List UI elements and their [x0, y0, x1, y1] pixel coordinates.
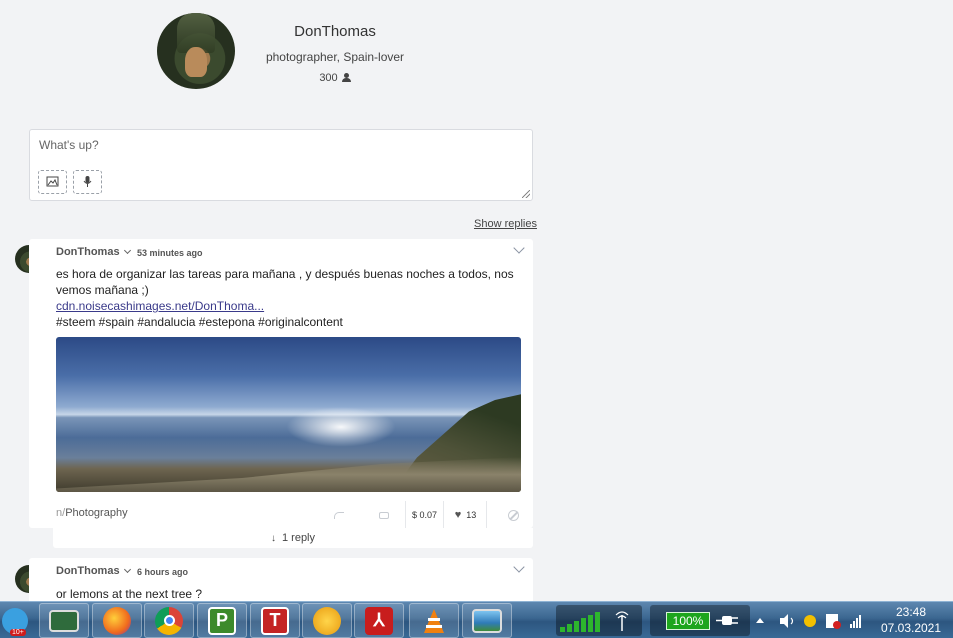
repost-button[interactable] [364, 501, 404, 529]
post-text-line: vemos mañana ;) [56, 283, 149, 297]
post-time[interactable]: 6 hours ago [137, 567, 188, 577]
record-audio-button[interactable] [73, 170, 102, 194]
battery-level[interactable]: 100% [666, 612, 710, 630]
mail-icon [313, 606, 341, 635]
taskbar: 10+ P T ⅄ [0, 601, 953, 638]
category-prefix: n/ [56, 507, 66, 519]
notification-badge: 10+ [10, 629, 26, 636]
monitor-icon [49, 609, 79, 632]
post-card: DonThomas 53 minutes ago es hora de orga… [29, 239, 533, 529]
photos-icon [472, 608, 502, 633]
taskbar-app-weather[interactable]: 10+ [0, 603, 30, 638]
composer-input[interactable]: What's up? [39, 138, 99, 152]
p-app-icon: P [208, 606, 236, 635]
post-photo[interactable] [56, 337, 521, 492]
followers-count[interactable]: 300 [300, 72, 370, 84]
image-icon [46, 176, 59, 187]
network-people-icon [804, 615, 816, 627]
post-card: DonThomas 6 hours ago or lemons at the n… [29, 558, 533, 601]
chrome-icon [155, 606, 183, 635]
taskbar-app-firefox[interactable] [92, 603, 142, 638]
category-name: Photography [65, 507, 128, 519]
show-hidden-icons [756, 618, 764, 623]
network-tray[interactable] [556, 605, 642, 636]
photo-sun-glare [286, 407, 396, 447]
taskbar-app-photos[interactable] [462, 603, 512, 638]
post-link[interactable]: cdn.noisecashimages.net/DonThoma... [56, 299, 264, 313]
pdf-icon: ⅄ [365, 606, 393, 635]
post-text-line: or lemons at the next tree ? [56, 587, 203, 601]
block-button[interactable] [503, 501, 523, 529]
vlc-icon [424, 608, 444, 633]
tip-button[interactable]: $ 0.07 [405, 501, 445, 529]
taskbar-app-chrome[interactable] [144, 603, 194, 638]
reply-button[interactable] [319, 501, 359, 529]
photo-beach [56, 457, 521, 492]
followers-value: 300 [319, 72, 338, 84]
wifi-bars-icon [850, 624, 852, 628]
taskbar-clock[interactable]: 23:48 07.03.2021 [876, 604, 946, 636]
person-icon [341, 73, 351, 82]
replies-count: 1 reply [281, 532, 316, 544]
post-tags[interactable]: #steem #spain #andalucia #estepona #orig… [56, 314, 516, 330]
block-icon [507, 509, 519, 521]
post-category[interactable]: n/Photography [56, 507, 128, 519]
heart-icon: ♥ [454, 509, 462, 521]
post-author-name: DonThomas [56, 565, 120, 577]
post-time[interactable]: 53 minutes ago [137, 248, 203, 258]
like-button[interactable]: ♥ 13 [445, 501, 487, 529]
t-app-icon: T [261, 606, 289, 635]
post-composer[interactable]: What's up? [29, 129, 533, 201]
profile-avatar[interactable] [157, 13, 235, 89]
attach-image-button[interactable] [38, 170, 67, 194]
taskbar-app-monitor[interactable] [39, 603, 89, 638]
post-menu-chevron-icon[interactable] [513, 242, 525, 254]
reply-icon [334, 511, 344, 519]
clock-date: 07.03.2021 [880, 621, 942, 635]
profile-bio: photographer, Spain-lover [265, 50, 405, 64]
firefox-icon [103, 606, 131, 635]
taskbar-app-pdf[interactable]: ⅄ [354, 603, 404, 638]
post-author[interactable]: DonThomas [56, 565, 131, 577]
taskbar-app-vlc[interactable] [409, 603, 459, 638]
signal-strength-icon [560, 611, 629, 632]
taskbar-app-mail[interactable] [302, 603, 352, 638]
microphone-icon [83, 176, 92, 187]
post-author-name: DonThomas [56, 246, 120, 258]
taskbar-app-t[interactable]: T [250, 603, 300, 638]
taskbar-app-p[interactable]: P [197, 603, 247, 638]
post-author[interactable]: DonThomas [56, 246, 131, 258]
chevron-down-icon [123, 565, 131, 574]
system-tray-icons[interactable] [752, 610, 870, 632]
post-text-line: es hora de organizar las tareas para mañ… [56, 267, 514, 281]
show-replies-link[interactable]: Show replies [474, 218, 537, 230]
like-count: 13 [466, 510, 477, 520]
post-actions: n/Photography $ 0.07 ♥ 13 [29, 501, 533, 529]
resize-grip[interactable] [522, 190, 530, 198]
profile-name[interactable]: DonThomas [265, 23, 405, 40]
chevron-down-icon [123, 246, 131, 255]
volume-icon [780, 614, 788, 628]
view-replies-button[interactable]: ↓ 1 reply [53, 528, 533, 548]
repost-icon [379, 511, 389, 519]
clock-time: 23:48 [895, 605, 927, 619]
arrow-down-icon: ↓ [270, 533, 276, 544]
post-body: es hora de organizar las tareas para mañ… [56, 266, 516, 330]
post-menu-chevron-icon[interactable] [513, 561, 525, 573]
